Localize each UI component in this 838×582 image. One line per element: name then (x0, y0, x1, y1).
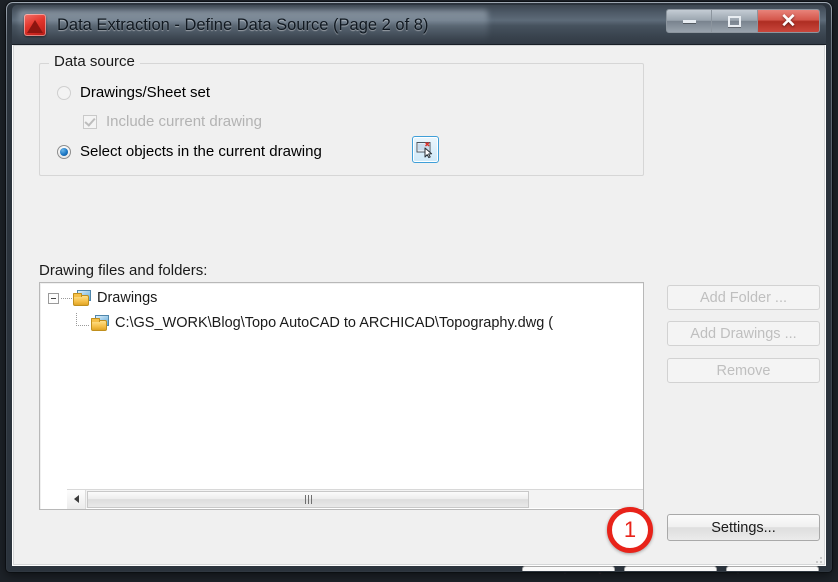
back-button[interactable]: < Back (522, 566, 615, 571)
drawing-files-list[interactable]: Drawings C:\GS_WORK\Blog\Topo AutoCAD to… (39, 282, 644, 510)
radio-button-icon[interactable] (57, 85, 71, 100)
settings-button-label: Settings... (711, 519, 776, 536)
radio-drawings-sheet-set[interactable]: Drawings/Sheet set (57, 84, 210, 101)
radio-select-objects[interactable]: Select objects in the current drawing (57, 143, 322, 160)
scroll-left-button[interactable] (67, 489, 86, 509)
grip-lines-icon (304, 494, 312, 504)
tree-item-drawings[interactable]: Drawings (48, 290, 157, 306)
dialog-window-inner: Data Extraction - Define Data Source (Pa… (7, 3, 831, 571)
select-objects-cursor-icon (416, 142, 433, 159)
radio-drawings-sheet-set-label: Drawings/Sheet set (80, 84, 211, 101)
tree-item-drawings-label: Drawings (97, 290, 158, 306)
horizontal-scrollbar[interactable] (67, 489, 643, 509)
select-objects-button[interactable] (412, 136, 439, 163)
resize-grip[interactable] (810, 551, 822, 563)
tree-item-drawing-file-label: C:\GS_WORK\Blog\Topo AutoCAD to ARCHICAD… (115, 314, 554, 331)
drawing-file-icon (91, 314, 110, 331)
minimize-button[interactable] (666, 9, 712, 33)
tree-item-drawing-file[interactable]: C:\GS_WORK\Blog\Topo AutoCAD to ARCHICAD… (76, 313, 553, 332)
add-drawings-button: Add Drawings ... (667, 321, 820, 346)
collapse-expander-icon[interactable] (48, 292, 59, 304)
scroll-left-arrow-icon (73, 495, 79, 503)
autocad-logo-icon (24, 14, 46, 36)
close-icon: ✕ (780, 10, 797, 32)
cancel-button[interactable]: Cancel (726, 566, 819, 571)
title-bar[interactable]: Data Extraction - Define Data Source (Pa… (12, 5, 826, 45)
add-folder-button-label: Add Folder ... (699, 289, 788, 306)
checkbox-include-current-drawing: Include current drawing (83, 113, 262, 130)
dialog-window: Data Extraction - Define Data Source (Pa… (6, 2, 832, 572)
tree-connector-elbow (76, 313, 89, 326)
remove-button: Remove (667, 358, 820, 383)
next-button[interactable]: Next > (624, 566, 717, 571)
scrollbar-thumb[interactable] (87, 490, 529, 508)
settings-button[interactable]: Settings... (667, 514, 820, 541)
radio-select-objects-label: Select objects in the current drawing (80, 143, 322, 160)
desktop-background: Data Extraction - Define Data Source (Pa… (0, 0, 838, 582)
data-source-group: Data source Drawings/Sheet set Include c… (39, 53, 644, 176)
maximize-button[interactable] (712, 9, 758, 33)
radio-button-selected-icon[interactable] (57, 144, 71, 159)
drawing-files-label: Drawing files and folders: (39, 262, 208, 279)
checkbox-icon (83, 114, 97, 129)
autocad-triangle-glyph (27, 20, 43, 33)
maximize-icon (728, 15, 741, 27)
annotation-badge-number: 1 (623, 517, 637, 542)
minimize-icon (682, 19, 696, 23)
caption-buttons: ✕ (666, 9, 820, 33)
close-button[interactable]: ✕ (758, 9, 820, 33)
add-drawings-button-label: Add Drawings ... (690, 325, 797, 342)
checkbox-include-current-drawing-label: Include current drawing (106, 113, 262, 130)
dialog-body: Data source Drawings/Sheet set Include c… (12, 45, 826, 571)
data-source-group-title: Data source (49, 53, 140, 70)
add-folder-button: Add Folder ... (667, 285, 820, 310)
drawing-folder-icon (73, 290, 92, 306)
remove-button-label: Remove (716, 362, 771, 379)
annotation-badge-1: 1 (607, 507, 653, 553)
tree-connector-line (61, 297, 72, 299)
window-title: Data Extraction - Define Data Source (Pa… (57, 15, 429, 34)
